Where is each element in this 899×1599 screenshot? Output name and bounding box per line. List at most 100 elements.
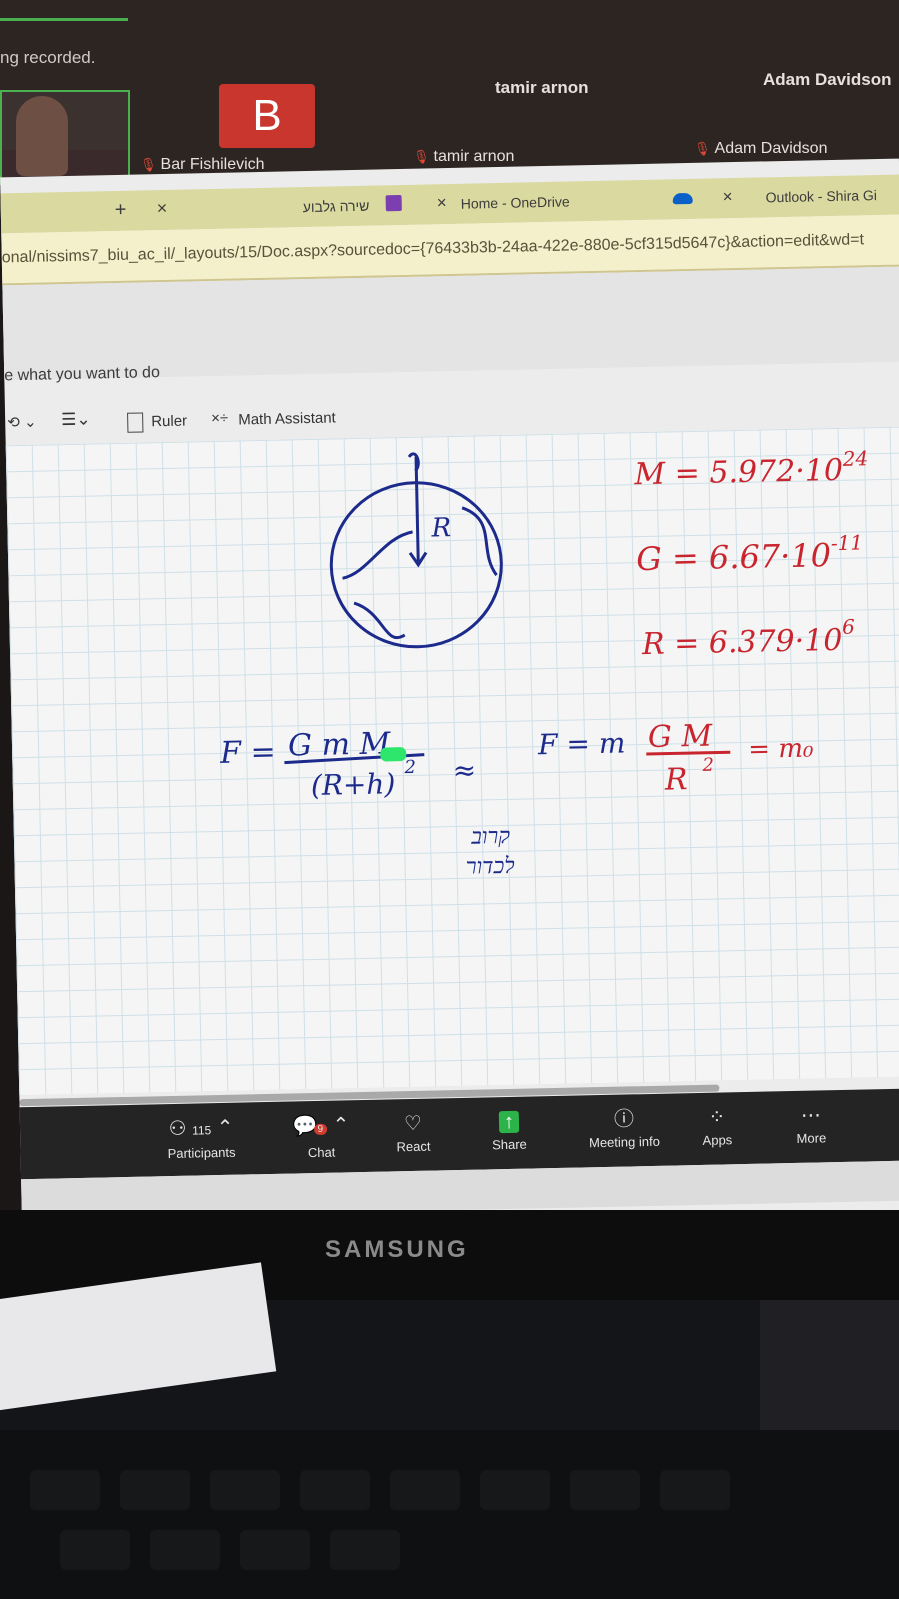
close-tab-icon[interactable]: × bbox=[722, 187, 732, 207]
participants-button[interactable]: ⚇ 115 ⌃ Participants bbox=[156, 1116, 247, 1161]
svg-text:R = 6.379·106: R = 6.379·106 bbox=[640, 615, 855, 662]
onenote-ink-canvas[interactable]: R M = 5.972·1024 G = 6.67·10-11 R = 6.37… bbox=[5, 426, 899, 1096]
participant-name: Bar Fishilevich bbox=[160, 156, 265, 173]
hebrew-note: קרוב bbox=[470, 824, 511, 850]
share-icon: ↑ bbox=[464, 1110, 554, 1134]
formula-power: 2 bbox=[701, 755, 714, 776]
video-tile-active-speaker[interactable] bbox=[0, 90, 130, 185]
url-text[interactable]: onal/nissims7_biu_ac_il/_layouts/15/Doc.… bbox=[2, 231, 865, 267]
keyboard-key bbox=[660, 1470, 730, 1510]
keyboard-key bbox=[390, 1470, 460, 1510]
chat-badge: 9 bbox=[313, 1123, 328, 1136]
keyboard-key bbox=[570, 1470, 640, 1510]
button-label: More bbox=[796, 1130, 827, 1146]
keyboard-key bbox=[240, 1530, 310, 1570]
continent-line bbox=[461, 506, 498, 577]
ruler-button[interactable]: Ruler bbox=[151, 413, 187, 431]
radius-arrow bbox=[414, 456, 420, 562]
tab-onenote[interactable]: שירה גלבוע bbox=[303, 198, 370, 215]
constant-value: 5.972 bbox=[709, 454, 796, 491]
button-label: Share bbox=[491, 1136, 527, 1153]
svg-text:M = 5.972·1024: M = 5.972·1024 bbox=[633, 446, 869, 492]
tell-me-search[interactable]: e what you want to do bbox=[4, 364, 160, 385]
heart-icon: ♡ bbox=[403, 1112, 423, 1136]
pen-thickness-icon[interactable]: ☰⌄ bbox=[61, 410, 91, 431]
keyboard-key bbox=[30, 1470, 100, 1510]
approx-symbol: ≈ bbox=[452, 754, 476, 787]
constant-value: 6.379 bbox=[708, 624, 795, 661]
meeting-info-button[interactable]: ⓘ Meeting info bbox=[574, 1108, 675, 1151]
fraction-bar bbox=[646, 750, 731, 756]
math-assistant-button[interactable]: Math Assistant bbox=[238, 409, 336, 428]
participant-name: Adam Davidson bbox=[714, 140, 828, 157]
participant-tile-label: 🎙 tamir arnon bbox=[413, 148, 514, 166]
math-icon: ×÷ bbox=[211, 409, 229, 428]
zoom-participant-strip: ng recorded. B tamir arnon Adam Davidson… bbox=[0, 0, 899, 185]
participants-count: 115 bbox=[191, 1123, 212, 1138]
constant-symbol: G bbox=[636, 540, 662, 579]
close-tab-icon[interactable]: × bbox=[437, 193, 447, 213]
formula-denominator: R bbox=[664, 762, 688, 797]
button-label: Chat bbox=[307, 1144, 336, 1161]
shared-browser-window: + × שירה גלבוע × Home - OneDrive × Outlo… bbox=[0, 158, 899, 1236]
constant-exponent: 24 bbox=[841, 446, 868, 471]
svg-text:G = 6.67·10-11: G = 6.67·10-11 bbox=[636, 530, 864, 578]
constant-value: 6.67 bbox=[709, 537, 782, 576]
constant-exponent: 6 bbox=[842, 615, 855, 639]
continent-line bbox=[353, 601, 406, 639]
tab-outlook[interactable]: Outlook - Shira Gi bbox=[766, 187, 878, 205]
constant-exponent: -11 bbox=[831, 530, 864, 555]
keyboard-key bbox=[330, 1530, 400, 1570]
earth-radius-label: R bbox=[430, 513, 451, 543]
mic-muted-icon: 🎙 bbox=[694, 141, 711, 156]
apps-icon: ⁘ bbox=[708, 1106, 726, 1129]
keyboard-key bbox=[480, 1470, 550, 1510]
participants-icon: ⚇ 115 ⌃ bbox=[168, 1116, 234, 1141]
lasso-icon[interactable]: ⟲ ⌄ bbox=[7, 413, 37, 432]
chat-button[interactable]: 💬9 ⌃ Chat bbox=[276, 1114, 367, 1161]
constants-list: M = 5.972·1024 G = 6.67·10-11 R = 6.379·… bbox=[633, 446, 869, 662]
keyboard bbox=[0, 1430, 899, 1599]
participant-name: tamir arnon bbox=[433, 148, 515, 165]
highlighter-mark bbox=[380, 747, 407, 762]
formula-lhs: F = bbox=[219, 735, 276, 771]
mic-muted-icon: 🎙 bbox=[413, 149, 430, 164]
hebrew-note: לכדור bbox=[466, 854, 515, 880]
constant-symbol: R bbox=[641, 627, 665, 662]
tab-onedrive[interactable]: Home - OneDrive bbox=[461, 193, 570, 211]
recording-indicator-line bbox=[0, 18, 128, 21]
onedrive-cloud-icon bbox=[672, 192, 693, 205]
button-label: Participants bbox=[167, 1144, 236, 1162]
apps-button[interactable]: ⁘ Apps bbox=[672, 1106, 763, 1149]
react-button[interactable]: ♡ React bbox=[368, 1112, 459, 1155]
more-icon: ⋯ bbox=[800, 1104, 822, 1127]
formula-lhs: F = m bbox=[537, 726, 626, 761]
surface-gravity-formula: F = m G M R 2 = m₀ bbox=[537, 719, 815, 798]
more-button[interactable]: ⋯ More bbox=[766, 1104, 857, 1147]
participant-name-header: tamir arnon bbox=[495, 78, 589, 97]
continent-line bbox=[342, 530, 413, 580]
formula-denominator: (R+h) bbox=[311, 767, 396, 802]
keyboard-key bbox=[300, 1470, 370, 1510]
participant-tile-label: 🎙 Adam Davidson bbox=[694, 140, 827, 158]
share-button[interactable]: ↑ Share bbox=[464, 1110, 555, 1153]
keyboard-key bbox=[150, 1530, 220, 1570]
keyboard-key bbox=[60, 1530, 130, 1570]
button-label: Apps bbox=[702, 1132, 733, 1148]
speaker-face bbox=[16, 96, 68, 176]
formula-result: = m₀ bbox=[748, 733, 814, 764]
participant-avatar: B bbox=[219, 84, 315, 148]
close-tab-icon[interactable]: × bbox=[157, 198, 168, 219]
ribbon-area bbox=[2, 266, 899, 381]
recording-notice: ng recorded. bbox=[0, 48, 96, 67]
chat-icon: 💬9 ⌃ bbox=[292, 1114, 350, 1138]
formula-power: 2 bbox=[403, 757, 416, 778]
button-label: React bbox=[396, 1138, 431, 1155]
info-icon: ⓘ bbox=[613, 1108, 635, 1131]
earth-sketch bbox=[329, 452, 503, 649]
new-tab-button[interactable]: + bbox=[115, 199, 127, 222]
keyboard-key bbox=[120, 1470, 190, 1510]
formula-numerator: G M bbox=[648, 719, 714, 755]
satellite-mark bbox=[407, 452, 420, 472]
gravity-formula: F = G m M (R+h) 2 ≈ קרוב לכדור bbox=[219, 726, 515, 880]
